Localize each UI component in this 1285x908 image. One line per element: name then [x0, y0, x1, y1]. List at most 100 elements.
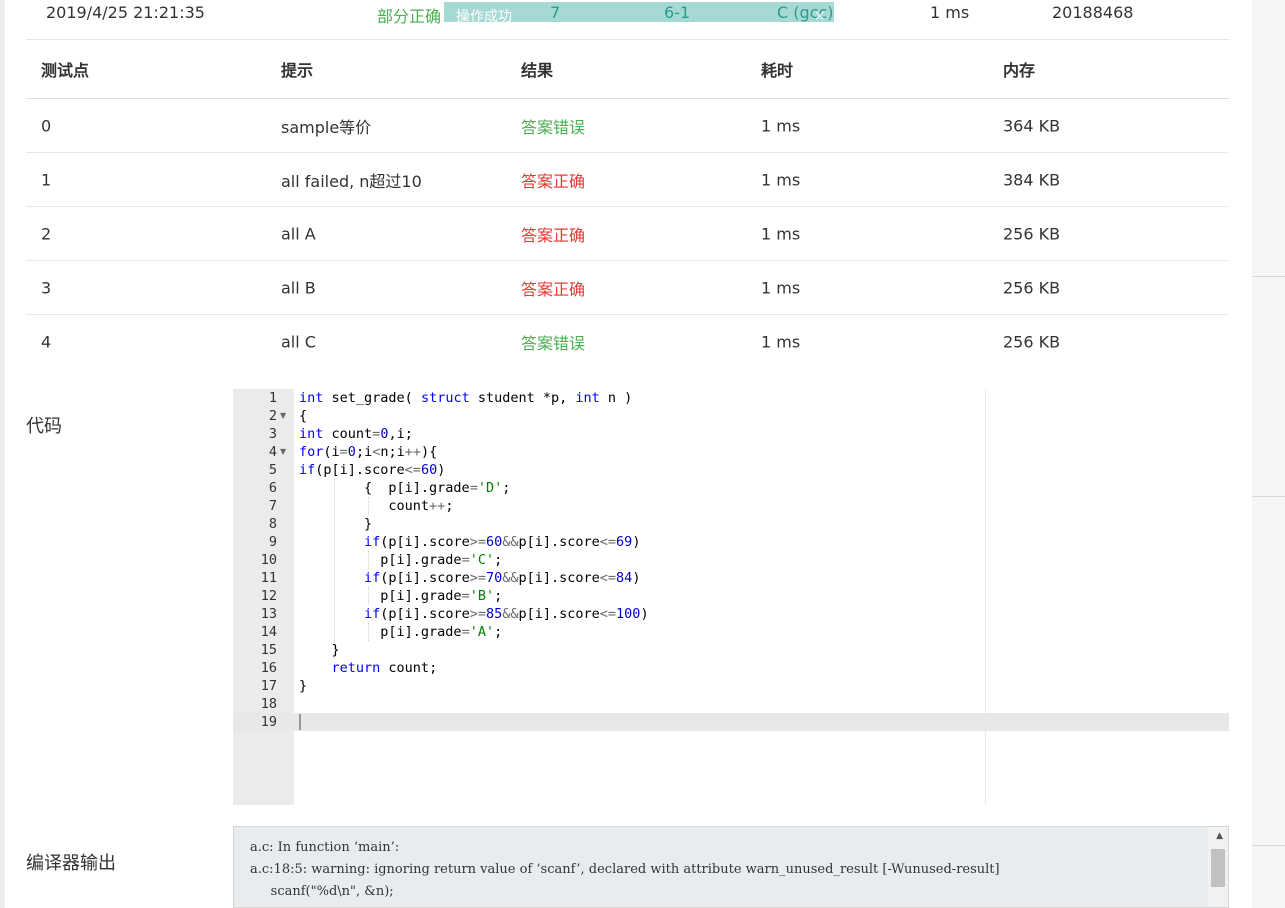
table-row: 1 all failed, n超过10 答案正确 1 ms 384 KB — [26, 153, 1229, 207]
line-number: 8 — [268, 516, 277, 532]
background-page-divider — [1252, 276, 1285, 277]
line-number: 12 — [260, 588, 277, 604]
header-time: 耗时 — [761, 61, 794, 80]
modal-edge — [0, 0, 5, 908]
line-number: 4 — [268, 444, 277, 460]
line-number: 14 — [260, 624, 277, 640]
line-number: 1 — [268, 390, 277, 406]
fold-toggle-icon[interactable]: ▼ — [280, 407, 286, 425]
table-row: 4 all C 答案错误 1 ms 256 KB — [26, 315, 1229, 369]
code-line: count++; — [299, 498, 454, 514]
testcase-table: 测试点 提示 结果 耗时 内存 0 sample等价 答案错误 1 ms 364… — [26, 40, 1229, 369]
submission-duration: 1 ms — [930, 3, 970, 22]
background-page-divider — [1252, 496, 1285, 497]
testcase-time: 1 ms — [761, 170, 801, 189]
line-number: 19 — [260, 714, 277, 730]
line-number: 5 — [268, 462, 277, 478]
scroll-up-icon[interactable]: ▲ — [1216, 831, 1223, 841]
code-section-label: 代码 — [26, 416, 62, 437]
code-line: } — [299, 642, 340, 658]
code-editor[interactable]: 1 2 3 4 5 6 7 8 9 10 11 12 13 14 15 16 1… — [233, 389, 1229, 805]
line-number: 2 — [268, 408, 277, 424]
code-line: p[i].grade='B'; — [299, 588, 503, 604]
compiler-scrollbar[interactable]: ▲ — [1208, 827, 1228, 907]
testcase-id: 4 — [41, 332, 52, 352]
header-result: 结果 — [521, 61, 554, 80]
compiler-output-text: a.c: In function ‘main’: a.c:18:5: warni… — [250, 837, 1000, 907]
code-line: } — [299, 678, 308, 694]
scrollbar-thumb[interactable] — [1211, 849, 1225, 887]
submission-detail-modal: 2019/4/25 21:21:35 部分正确 操作成功 7 6-1 C (gc… — [0, 0, 1252, 908]
code-line: if(p[i].score<=60) — [299, 462, 446, 478]
problem-link[interactable]: 7 — [550, 3, 560, 22]
problem-id-link[interactable]: 6-1 — [664, 3, 690, 22]
text-cursor — [299, 714, 301, 730]
line-number: 9 — [268, 534, 277, 550]
submission-time: 2019/4/25 21:21:35 — [46, 3, 205, 22]
fold-toggle-icon[interactable]: ▼ — [280, 443, 286, 461]
testcase-result: 答案正确 — [521, 225, 586, 245]
testcase-result: 答案正确 — [521, 279, 586, 299]
line-number: 11 — [260, 570, 277, 586]
testcase-hint: all B — [281, 278, 316, 297]
testcase-time: 1 ms — [761, 116, 801, 135]
toast-close-icon[interactable]: × — [814, 8, 826, 24]
testcase-hint: sample等价 — [281, 117, 372, 137]
testcase-memory: 256 KB — [1003, 332, 1061, 352]
testcase-memory: 384 KB — [1003, 170, 1061, 189]
submission-user[interactable]: 20188468 — [1052, 3, 1133, 22]
code-line: if(p[i].score>=85&&p[i].score<=100) — [364, 606, 649, 622]
line-number: 18 — [260, 696, 277, 712]
compiler-line: a.c:18:5: warning: ignoring return value… — [250, 862, 1000, 877]
testcase-time: 1 ms — [761, 332, 801, 352]
testcase-memory: 256 KB — [1003, 278, 1061, 297]
line-number: 6 — [268, 480, 277, 496]
testcase-hint: all failed, n超过10 — [281, 171, 422, 191]
testcase-time: 1 ms — [761, 224, 801, 243]
code-line: if(p[i].score>=60&&p[i].score<=69) — [364, 534, 641, 550]
code-line: { p[i].grade='D'; — [299, 480, 511, 496]
code-line: return count; — [331, 660, 438, 676]
header-hint: 提示 — [281, 61, 314, 80]
testcase-hint: all A — [281, 224, 316, 243]
editor-print-margin — [985, 389, 986, 805]
code-line: int count=0,i; — [299, 426, 413, 442]
testcase-time: 1 ms — [761, 278, 801, 297]
success-toast-text: 操作成功 — [456, 9, 512, 25]
code-line: p[i].grade='A'; — [299, 624, 503, 640]
line-number: 17 — [260, 678, 277, 694]
table-header: 测试点 提示 结果 耗时 内存 — [26, 40, 1229, 99]
code-line: if(p[i].score>=70&&p[i].score<=84) — [364, 570, 641, 586]
submission-summary-row: 2019/4/25 21:21:35 部分正确 操作成功 7 6-1 C (gc… — [26, 0, 1229, 40]
header-memory: 内存 — [1003, 61, 1036, 80]
testcase-result: 答案正确 — [521, 171, 586, 191]
testcase-result: 答案错误 — [521, 334, 586, 353]
header-testcase: 测试点 — [41, 61, 90, 80]
table-row: 2 all A 答案正确 1 ms 256 KB — [26, 207, 1229, 261]
compiler-output-box[interactable]: a.c: In function ‘main’: a.c:18:5: warni… — [233, 826, 1229, 908]
code-line: for(i=0;i<n;i++){ — [299, 444, 438, 460]
testcase-memory: 364 KB — [1003, 116, 1061, 135]
line-number: 10 — [260, 552, 277, 568]
compiler-output-label: 编译器输出 — [26, 853, 116, 874]
line-number: 13 — [260, 606, 277, 622]
background-page-divider — [1252, 845, 1285, 846]
testcase-id: 2 — [41, 224, 52, 243]
editor-active-line — [233, 713, 1229, 731]
compiler-line: scanf("%d\n", &n); — [250, 884, 394, 899]
line-number: 16 — [260, 660, 277, 676]
testcase-memory: 256 KB — [1003, 224, 1061, 243]
code-line: { — [299, 408, 308, 424]
line-number: 15 — [260, 642, 277, 658]
testcase-result: 答案错误 — [521, 117, 586, 137]
line-number: 7 — [268, 498, 277, 514]
testcase-id: 3 — [41, 278, 52, 297]
line-number: 3 — [268, 426, 277, 442]
testcase-id: 1 — [41, 170, 52, 189]
code-line: p[i].grade='C'; — [299, 552, 503, 568]
code-line: int set_grade( struct student *p, int n … — [299, 390, 633, 406]
testcase-id: 0 — [41, 116, 52, 135]
code-line: } — [299, 516, 373, 532]
testcase-hint: all C — [281, 332, 316, 352]
submission-status: 部分正确 — [377, 7, 442, 26]
